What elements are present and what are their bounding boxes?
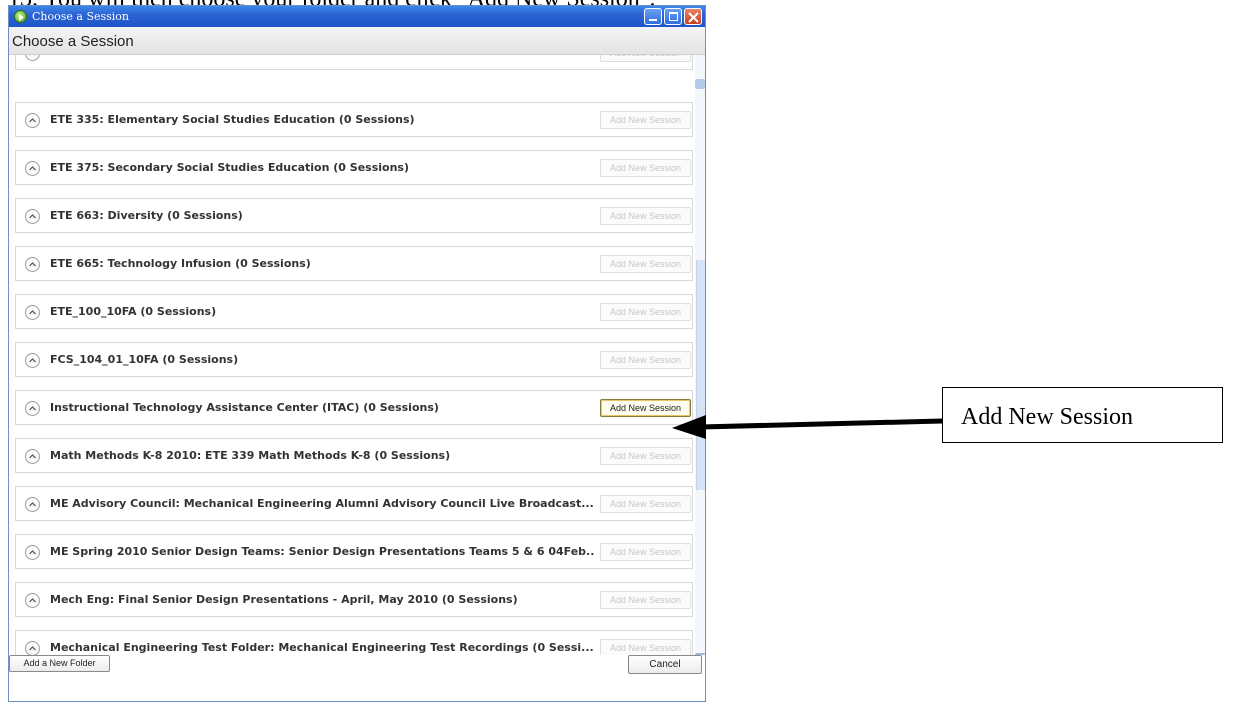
choose-session-window: Choose a Session Choose a Session Add Ne… bbox=[8, 5, 706, 702]
expand-chevron-icon[interactable] bbox=[25, 401, 40, 416]
window-titlebar[interactable]: Choose a Session bbox=[9, 6, 705, 27]
folder-label: FCS_104_01_10FA (0 Sessions) bbox=[50, 353, 239, 366]
expand-chevron-icon[interactable] bbox=[25, 353, 40, 368]
app-icon bbox=[14, 10, 27, 23]
expand-chevron-icon[interactable] bbox=[25, 593, 40, 608]
folder-row[interactable]: Add New Session bbox=[15, 55, 693, 70]
expand-chevron-icon[interactable] bbox=[25, 641, 40, 655]
expand-chevron-icon[interactable] bbox=[25, 305, 40, 320]
close-icon bbox=[688, 12, 699, 23]
expand-chevron-icon[interactable] bbox=[25, 545, 40, 560]
folder-label: ETE 665: Technology Infusion (0 Sessions… bbox=[50, 257, 311, 270]
add-new-session-button[interactable]: Add New Session bbox=[600, 303, 691, 321]
add-new-session-button[interactable]: Add New Session bbox=[600, 591, 691, 609]
callout-label: Add New Session bbox=[961, 404, 1133, 430]
vertical-scrollbar[interactable] bbox=[695, 55, 705, 663]
folder-row[interactable]: Mechanical Engineering Test Folder: Mech… bbox=[15, 630, 693, 655]
add-new-session-button[interactable]: Add New Session bbox=[600, 55, 691, 62]
folder-label: ETE_100_10FA (0 Sessions) bbox=[50, 305, 217, 318]
folder-row[interactable]: Instructional Technology Assistance Cent… bbox=[15, 390, 693, 425]
scrollbar-thumb[interactable] bbox=[696, 260, 705, 490]
folder-label: Mech Eng: Final Senior Design Presentati… bbox=[50, 593, 518, 606]
dialog-footer: Add a New Folder Cancel bbox=[9, 655, 705, 701]
scroll-up-icon[interactable] bbox=[695, 79, 705, 89]
expand-chevron-icon[interactable] bbox=[25, 449, 40, 464]
folder-label: Math Methods K-8 2010: ETE 339 Math Meth… bbox=[50, 449, 451, 462]
add-new-folder-button[interactable]: Add a New Folder bbox=[9, 655, 110, 672]
expand-chevron-icon[interactable] bbox=[25, 55, 40, 61]
folder-row[interactable]: ETE 665: Technology Infusion (0 Sessions… bbox=[15, 246, 693, 281]
folder-row[interactable]: ME Advisory Council: Mechanical Engineer… bbox=[15, 486, 693, 521]
add-new-session-button[interactable]: Add New Session bbox=[600, 639, 691, 655]
folder-label: ETE 663: Diversity (0 Sessions) bbox=[50, 209, 243, 222]
folder-row[interactable]: ETE 375: Secondary Social Studies Educat… bbox=[15, 150, 693, 185]
expand-chevron-icon[interactable] bbox=[25, 497, 40, 512]
minimize-icon bbox=[649, 19, 657, 21]
maximize-icon bbox=[669, 12, 678, 21]
close-button[interactable] bbox=[684, 8, 702, 25]
folder-row[interactable]: Mech Eng: Final Senior Design Presentati… bbox=[15, 582, 693, 617]
folder-row[interactable]: Math Methods K-8 2010: ETE 339 Math Meth… bbox=[15, 438, 693, 473]
add-new-session-button[interactable]: Add New Session bbox=[600, 255, 691, 273]
folder-row[interactable]: ETE_100_10FA (0 Sessions) Add New Session bbox=[15, 294, 693, 329]
add-new-session-button[interactable]: Add New Session bbox=[600, 447, 691, 465]
callout-arrow-icon bbox=[672, 415, 943, 439]
add-new-session-button[interactable]: Add New Session bbox=[600, 207, 691, 225]
folder-label: ME Advisory Council: Mechanical Engineer… bbox=[50, 497, 594, 510]
folder-list: Add New Session ETE 335: Elementary Socia… bbox=[9, 55, 695, 655]
add-new-session-button[interactable]: Add New Session bbox=[600, 543, 691, 561]
folder-label: ETE 375: Secondary Social Studies Educat… bbox=[50, 161, 409, 174]
expand-chevron-icon[interactable] bbox=[25, 257, 40, 272]
minimize-button[interactable] bbox=[644, 8, 662, 25]
expand-chevron-icon[interactable] bbox=[25, 113, 40, 128]
callout-box: Add New Session bbox=[942, 387, 1223, 443]
dialog-heading: Choose a Session bbox=[12, 33, 134, 50]
dialog-header: Choose a Session bbox=[9, 27, 705, 55]
add-new-session-button[interactable]: Add New Session bbox=[600, 111, 691, 129]
cancel-button[interactable]: Cancel bbox=[628, 655, 702, 674]
folder-label: Instructional Technology Assistance Cent… bbox=[50, 401, 439, 414]
add-new-session-button[interactable]: Add New Session bbox=[600, 351, 691, 369]
expand-chevron-icon[interactable] bbox=[25, 209, 40, 224]
expand-chevron-icon[interactable] bbox=[25, 161, 40, 176]
add-new-session-button[interactable]: Add New Session bbox=[600, 495, 691, 513]
folder-label: Mechanical Engineering Test Folder: Mech… bbox=[50, 641, 594, 654]
folder-row[interactable]: ME Spring 2010 Senior Design Teams: Seni… bbox=[15, 534, 693, 569]
folder-label: ETE 335: Elementary Social Studies Educa… bbox=[50, 113, 415, 126]
maximize-button[interactable] bbox=[664, 8, 682, 25]
folder-label: ME Spring 2010 Senior Design Teams: Seni… bbox=[50, 545, 595, 558]
folder-row[interactable]: ETE 663: Diversity (0 Sessions) Add New S… bbox=[15, 198, 693, 233]
folder-row[interactable]: ETE 335: Elementary Social Studies Educa… bbox=[15, 102, 693, 137]
folder-row[interactable]: FCS_104_01_10FA (0 Sessions) Add New Sess… bbox=[15, 342, 693, 377]
window-title: Choose a Session bbox=[32, 10, 130, 23]
add-new-session-button[interactable]: Add New Session bbox=[600, 159, 691, 177]
